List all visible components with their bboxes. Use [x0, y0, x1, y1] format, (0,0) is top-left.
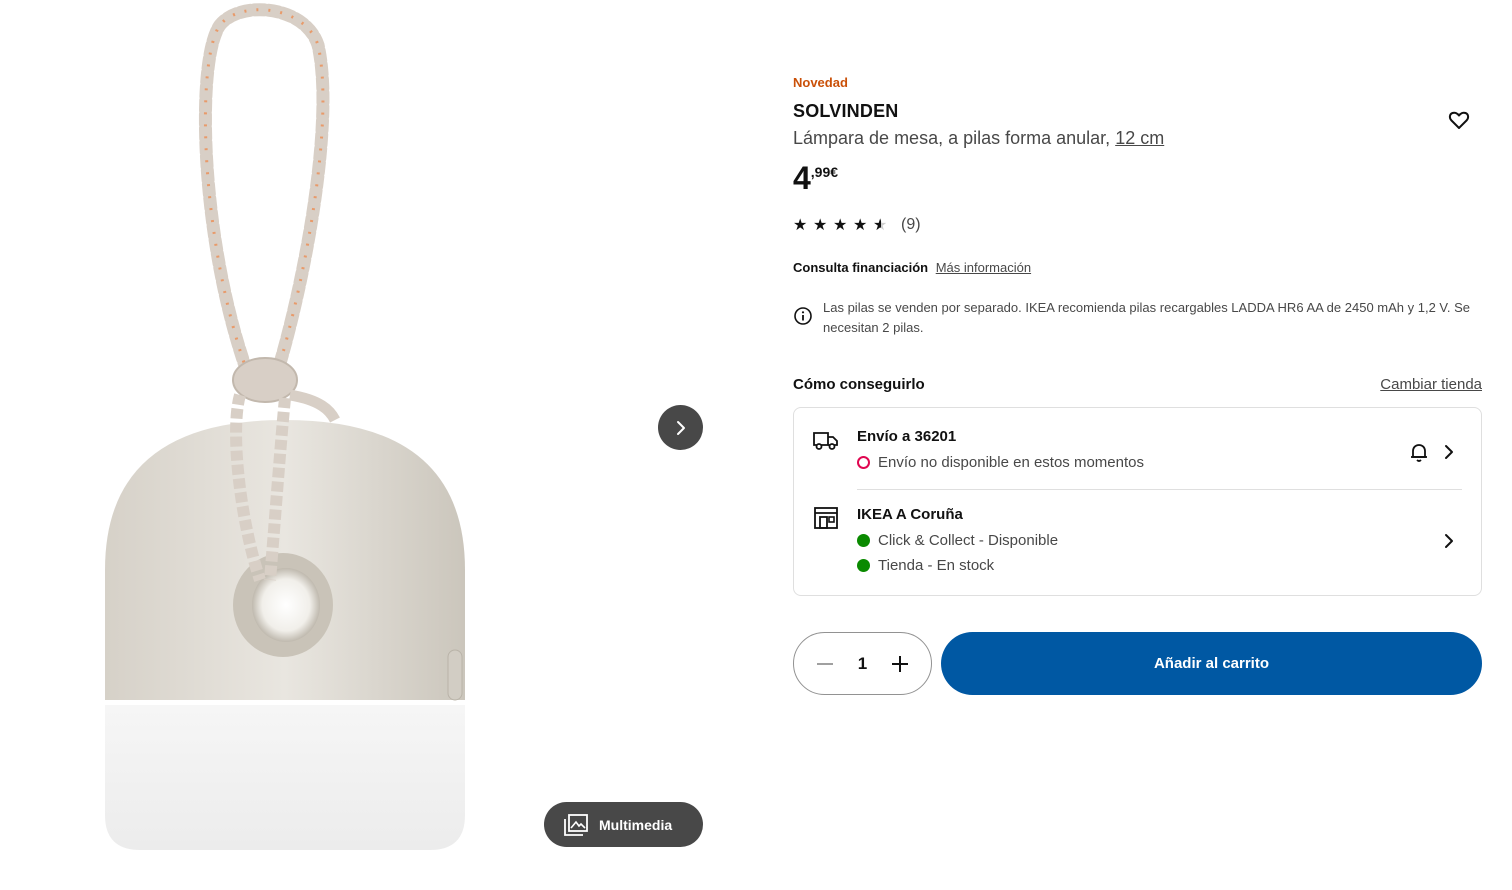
delivery-status: Envío no disponible en estos momentos — [857, 454, 1144, 471]
available-dot-icon — [857, 534, 870, 547]
chevron-right-icon — [1445, 534, 1453, 548]
gallery-icon — [564, 813, 588, 836]
available-dot-icon — [857, 559, 870, 572]
in-store-status: Tienda - En stock — [857, 557, 994, 574]
battery-notice-text: Las pilas se venden por separado. IKEA r… — [823, 300, 1471, 335]
product-image[interactable] — [90, 0, 490, 870]
click-collect-status: Click & Collect - Disponible — [857, 532, 1058, 549]
bell-icon[interactable] — [1407, 440, 1431, 464]
availability-title: Cómo conseguirlo — [793, 376, 925, 393]
divider — [857, 489, 1462, 490]
product-description: Lámpara de mesa, a pilas forma anular, 1… — [793, 128, 1164, 149]
store-heading: IKEA A Coruña — [857, 506, 963, 523]
delivery-row[interactable]: Envío a 36201 Envío no disponible en est… — [794, 426, 1481, 488]
star-icon: ★ — [813, 217, 828, 234]
rating[interactable]: ★ ★ ★ ★ ★ (9) — [793, 215, 921, 235]
financing-label: Consulta financiación — [793, 260, 929, 275]
star-icon: ★ — [853, 217, 868, 234]
truck-icon — [813, 432, 838, 450]
financing-more-info-link[interactable]: Más información — [936, 260, 1031, 275]
in-store-text: Tienda - En stock — [878, 557, 995, 574]
star-icon: ★ — [833, 217, 848, 234]
battery-notice: Las pilas se venden por separado. IKEA r… — [793, 298, 1483, 338]
plus-icon — [892, 655, 908, 672]
new-badge: Novedad — [793, 75, 848, 90]
decrease-quantity-button[interactable] — [814, 653, 836, 675]
increase-quantity-button[interactable] — [889, 653, 911, 675]
delivery-heading: Envío a 36201 — [857, 428, 957, 445]
multimedia-button[interactable]: Multimedia — [544, 802, 703, 847]
availability-box: Envío a 36201 Envío no disponible en est… — [793, 407, 1482, 596]
chevron-right-icon — [1445, 445, 1453, 459]
quantity-stepper: 1 — [793, 632, 932, 695]
price-integer: 4 — [793, 160, 811, 196]
star-icon: ★ — [793, 217, 808, 234]
product-name: SOLVINDEN — [793, 101, 899, 121]
minus-icon — [817, 662, 833, 665]
delivery-status-text: Envío no disponible en estos momentos — [878, 454, 1144, 471]
favourite-button[interactable] — [1447, 108, 1471, 132]
availability-header: Cómo conseguirlo Cambiar tienda — [793, 376, 1482, 393]
quantity-value[interactable]: 1 — [858, 654, 867, 674]
click-collect-text: Click & Collect - Disponible — [878, 532, 1059, 549]
review-count[interactable]: (9) — [901, 216, 921, 234]
chevron-right-icon — [676, 420, 685, 435]
store-icon — [814, 507, 838, 529]
financing: Consulta financiación Más información — [793, 260, 1031, 275]
half-star-icon: ★ — [873, 217, 888, 234]
heart-icon — [1448, 111, 1470, 129]
store-row[interactable]: IKEA A Coruña Click & Collect - Disponib… — [794, 504, 1481, 586]
change-store-link[interactable]: Cambiar tienda — [1380, 376, 1482, 393]
unavailable-dot-icon — [857, 456, 870, 469]
multimedia-label: Multimedia — [599, 816, 673, 833]
price: 4 ,99€ — [793, 160, 838, 196]
add-to-cart-button[interactable]: Añadir al carrito — [941, 632, 1482, 695]
info-icon — [794, 307, 812, 325]
next-image-button[interactable] — [658, 405, 703, 450]
product-size-link[interactable]: 12 cm — [1115, 128, 1164, 148]
product-description-text: Lámpara de mesa, a pilas forma anular, — [793, 128, 1111, 148]
price-decimal: ,99€ — [810, 164, 839, 180]
product-media: Multimedia — [0, 0, 720, 890]
